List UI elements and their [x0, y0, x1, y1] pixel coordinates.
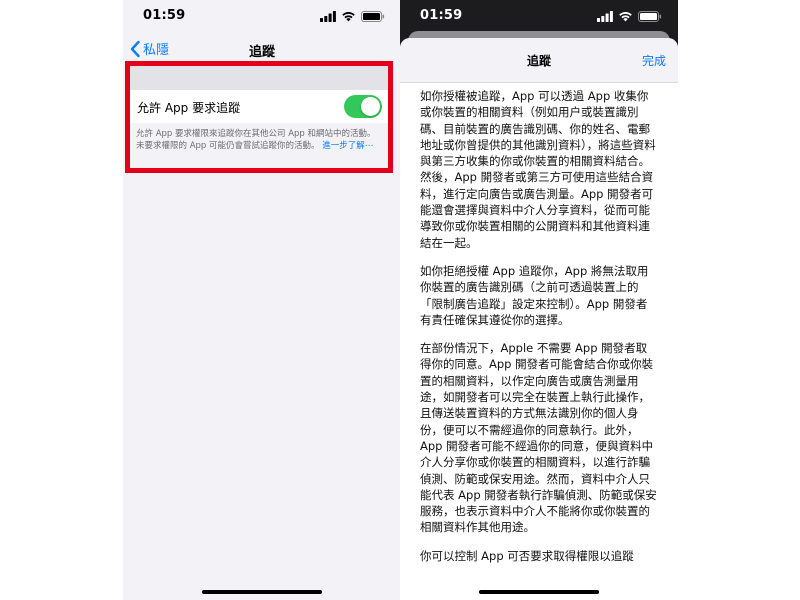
tracking-info-screen: 01:59 追蹤 完成 如你授權被追蹤，App 可以透過 App 收集你或你裝置…: [400, 0, 678, 600]
signal-icon: [320, 10, 336, 22]
navigation-bar: 私隱 追蹤: [123, 34, 401, 64]
home-indicator: [202, 590, 322, 594]
battery-icon: [361, 10, 385, 22]
red-highlight-annotation: [125, 61, 393, 173]
settings-screen: 01:59 私隱 追蹤 允許 App 要求追蹤 允許 App 要求權限來追蹤你在…: [123, 0, 401, 600]
status-icons: [597, 10, 662, 22]
wifi-icon: [618, 11, 633, 22]
status-bar: 01:59: [123, 0, 401, 34]
signal-icon: [597, 10, 613, 22]
wifi-icon: [341, 11, 356, 22]
page-title: 追蹤: [248, 45, 275, 60]
paragraph: 你可以控制 App 可否要求取得權限以追蹤: [420, 548, 634, 563]
status-time: 01:59: [143, 8, 186, 23]
sheet-header: 追蹤 完成: [400, 38, 678, 83]
battery-icon: [638, 10, 662, 22]
paragraph: 如你授權被追蹤，App 可以透過 App 收集你或你裝置的相關資料（例如用户或裝…: [420, 89, 656, 250]
paragraph: 在部份情況下，Apple 不需要 App 開發者取得你的同意。App 開發者可能…: [420, 341, 657, 535]
sheet-title: 追蹤: [526, 54, 551, 68]
home-indicator: [479, 590, 599, 594]
status-icons: [320, 10, 385, 22]
sheet-body: 如你授權被追蹤，App 可以透過 App 收集你或你裝置的相關資料（例如用户或裝…: [420, 88, 658, 576]
info-sheet: 追蹤 完成 如你授權被追蹤，App 可以透過 App 收集你或你裝置的相關資料（…: [400, 38, 678, 600]
status-bar: 01:59: [400, 0, 678, 34]
done-button[interactable]: 完成: [642, 52, 666, 69]
paragraph: 如你拒絕授權 App 追蹤你，App 將無法取用你裝置的廣告識別碼（之前可透過裝…: [420, 263, 649, 327]
status-time: 01:59: [420, 8, 463, 23]
